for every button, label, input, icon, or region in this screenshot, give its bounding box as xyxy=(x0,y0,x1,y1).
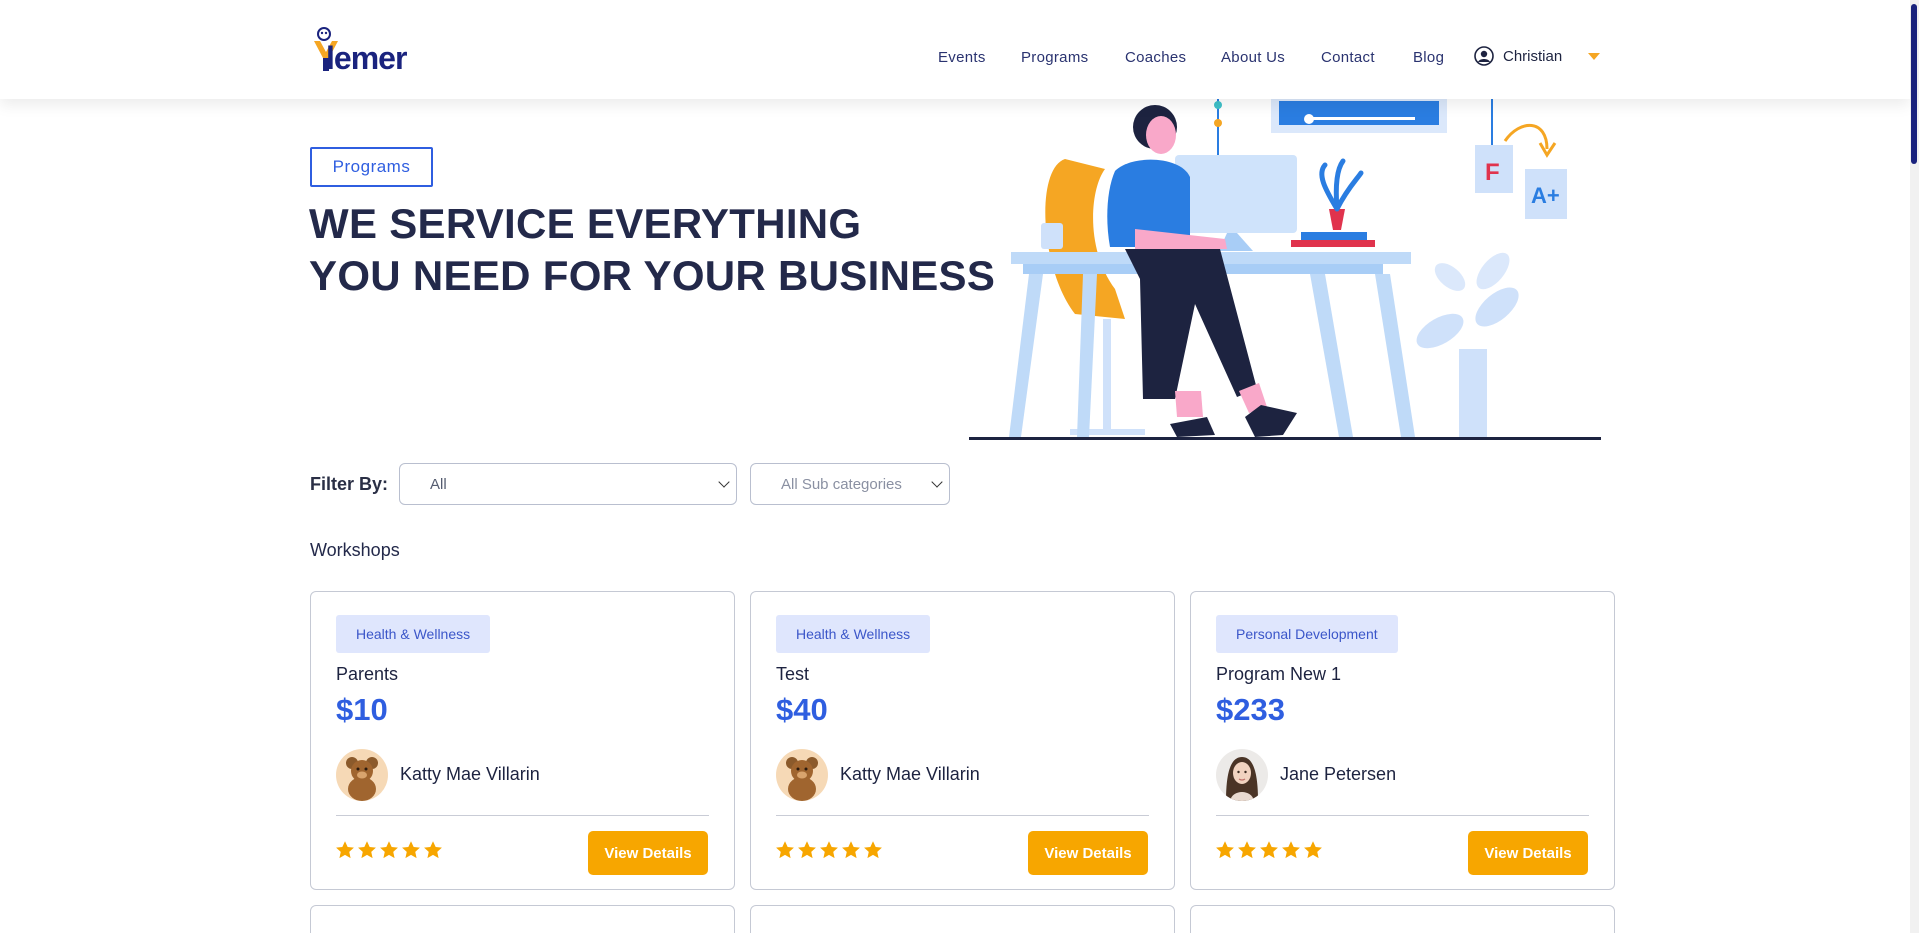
program-price: $10 xyxy=(336,692,388,727)
card-divider xyxy=(776,815,1149,816)
program-price: $233 xyxy=(1216,692,1285,727)
star-icon xyxy=(358,841,376,859)
site-logo[interactable]: lemer xyxy=(310,26,422,76)
coach-avatar-teddy-bear xyxy=(336,749,388,801)
nav-contact[interactable]: Contact xyxy=(1321,49,1375,66)
star-icon xyxy=(424,841,442,859)
grade-f-label: F xyxy=(1485,159,1500,186)
star-icon xyxy=(1260,841,1278,859)
nav-coaches[interactable]: Coaches xyxy=(1125,49,1186,66)
coach-avatar-teddy-bear xyxy=(776,749,828,801)
star-icon xyxy=(336,841,354,859)
filter-label: Filter By: xyxy=(310,474,389,494)
nav-events[interactable]: Events xyxy=(938,49,986,66)
view-details-button[interactable]: View Details xyxy=(1468,831,1588,875)
nav-blog[interactable]: Blog xyxy=(1413,49,1444,66)
program-card-partial[interactable] xyxy=(310,905,735,933)
coach-avatar-woman-portrait xyxy=(1216,749,1268,801)
view-details-button[interactable]: View Details xyxy=(1028,831,1148,875)
star-icon xyxy=(820,841,838,859)
hero-title-line-2: YOU NEED FOR YOUR BUSINESS xyxy=(309,252,996,299)
star-icon xyxy=(380,841,398,859)
hero-title: WE SERVICE EVERYTHING YOU NEED FOR YOUR … xyxy=(309,198,995,302)
view-details-button[interactable]: View Details xyxy=(588,831,708,875)
rating-stars xyxy=(1215,840,1323,860)
star-icon xyxy=(798,841,816,859)
rating-stars xyxy=(775,840,883,860)
user-avatar-icon xyxy=(1474,46,1494,66)
category-tag[interactable]: Health & Wellness xyxy=(336,615,491,653)
star-icon xyxy=(1304,841,1322,859)
category-select[interactable]: All xyxy=(399,463,737,505)
coach-name[interactable]: Katty Mae Villarin xyxy=(840,764,980,785)
program-card[interactable]: Personal Development Program New 1 $233 … xyxy=(1190,591,1615,890)
chevron-down-icon[interactable] xyxy=(1588,53,1600,60)
program-card-partial[interactable] xyxy=(750,905,1175,933)
star-icon xyxy=(1216,841,1234,859)
program-card-partial[interactable] xyxy=(1190,905,1615,933)
subcategory-select[interactable]: All Sub categories xyxy=(750,463,950,505)
star-icon xyxy=(1282,841,1300,859)
rating-stars xyxy=(335,840,443,860)
program-title[interactable]: Program New 1 xyxy=(1216,664,1341,685)
program-card[interactable]: Health & Wellness Test $40 Katty Mae Vil… xyxy=(750,591,1175,890)
nav-about-us[interactable]: About Us xyxy=(1221,49,1285,66)
category-tag[interactable]: Health & Wellness xyxy=(776,615,931,653)
user-menu[interactable]: Christian xyxy=(1474,46,1562,66)
program-title[interactable]: Test xyxy=(776,664,809,685)
scrollbar-thumb[interactable] xyxy=(1911,4,1917,164)
coach-name[interactable]: Jane Petersen xyxy=(1280,764,1396,785)
section-badge: Programs xyxy=(310,147,433,187)
program-card[interactable]: Health & Wellness Parents $10 Katty Mae … xyxy=(310,591,735,890)
nav-programs[interactable]: Programs xyxy=(1021,49,1088,66)
star-icon xyxy=(776,841,794,859)
hero-illustration: F A+ xyxy=(969,99,1601,440)
coach-name[interactable]: Katty Mae Villarin xyxy=(400,764,540,785)
card-divider xyxy=(1216,815,1589,816)
program-title[interactable]: Parents xyxy=(336,664,398,685)
star-icon xyxy=(864,841,882,859)
section-title-workshops: Workshops xyxy=(310,540,400,560)
chevron-down-icon xyxy=(718,476,730,488)
logo-text: lemer xyxy=(326,40,407,76)
user-name: Christian xyxy=(1503,47,1563,65)
program-price: $40 xyxy=(776,692,828,727)
star-icon xyxy=(402,841,420,859)
grade-a-plus-label: A+ xyxy=(1531,183,1560,208)
star-icon xyxy=(842,841,860,859)
site-header: lemer Events Programs Coaches About Us C… xyxy=(0,0,1910,99)
subcategory-select-value: All Sub categories xyxy=(781,475,902,493)
category-select-value: All xyxy=(430,475,447,493)
star-icon xyxy=(1238,841,1256,859)
hero-title-line-1: WE SERVICE EVERYTHING xyxy=(309,200,862,247)
card-divider xyxy=(336,815,709,816)
category-tag[interactable]: Personal Development xyxy=(1216,615,1398,653)
chevron-down-icon xyxy=(931,476,943,488)
